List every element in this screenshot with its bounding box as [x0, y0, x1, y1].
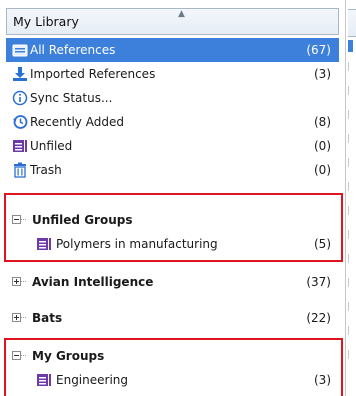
- collapse-toggle-icon[interactable]: [12, 351, 21, 360]
- unfiled-groups-header[interactable]: Unfiled Groups: [6, 208, 339, 232]
- group-count: (3): [314, 373, 331, 387]
- row-edge: [348, 206, 354, 215]
- group-count: (37): [306, 275, 331, 289]
- import-icon: [12, 66, 28, 82]
- recently-added-row[interactable]: Recently Added (8): [6, 110, 339, 134]
- row-edge: [348, 182, 354, 191]
- tree-line: [21, 355, 26, 357]
- selected-row-edge: [348, 40, 353, 52]
- group-count: (22): [306, 311, 331, 325]
- row-count: (0): [314, 163, 331, 177]
- history-clock-icon: [12, 114, 28, 130]
- row-label: All References: [30, 43, 116, 57]
- expand-toggle-icon[interactable]: [12, 277, 21, 286]
- row-edge: [348, 230, 354, 239]
- row-count: (67): [306, 43, 331, 57]
- row-edge: [348, 278, 354, 287]
- row-edge: [348, 302, 354, 311]
- row-count: (0): [314, 139, 331, 153]
- group-count: (5): [314, 237, 331, 251]
- group-engineering[interactable]: Engineering (3): [6, 368, 339, 392]
- sync-status-row[interactable]: Sync Status...: [6, 86, 339, 110]
- column-header-edge: [348, 9, 356, 37]
- row-edge: [348, 350, 354, 359]
- library-title: My Library: [13, 14, 79, 29]
- all-references-row[interactable]: All References (67): [6, 38, 339, 62]
- row-edge: [348, 254, 354, 263]
- reference-list-pane-edge: [346, 0, 356, 396]
- group-header-label: Avian Intelligence: [32, 275, 154, 289]
- tree-line: [21, 219, 26, 221]
- sort-arrow-icon[interactable]: ▲: [178, 10, 185, 19]
- row-edge: [348, 134, 354, 143]
- my-groups-header[interactable]: My Groups: [6, 344, 339, 368]
- group-polymers-in-manufacturing[interactable]: Polymers in manufacturing (5): [6, 232, 339, 256]
- row-label: Recently Added: [30, 115, 124, 129]
- group-header-label: My Groups: [32, 349, 105, 363]
- trash-icon: [12, 162, 28, 178]
- group-icon: [36, 236, 52, 252]
- tree-line: [21, 281, 26, 283]
- row-count: (8): [314, 115, 331, 129]
- bats-group[interactable]: Bats (22): [6, 306, 339, 330]
- avian-intelligence-group[interactable]: Avian Intelligence (37): [6, 270, 339, 294]
- row-edge: [348, 158, 354, 167]
- endnote-window: My Library ▲ All References (67) Importe…: [0, 0, 356, 396]
- group-label: Polymers in manufacturing: [56, 237, 218, 251]
- row-label: Imported References: [30, 67, 156, 81]
- row-label: Trash: [30, 163, 62, 177]
- groups-panel: My Library ▲ All References (67) Importe…: [0, 0, 346, 396]
- group-icon: [36, 372, 52, 388]
- group-header-label: Bats: [32, 311, 63, 325]
- unfiled-row[interactable]: Unfiled (0): [6, 134, 339, 158]
- all-references-icon: [12, 42, 28, 58]
- row-edge: [348, 86, 354, 95]
- imported-references-row[interactable]: Imported References (3): [6, 62, 339, 86]
- collapse-toggle-icon[interactable]: [12, 215, 21, 224]
- row-edge: [348, 110, 354, 119]
- library-header[interactable]: My Library ▲: [6, 8, 339, 35]
- row-edge: [348, 62, 354, 71]
- row-label: Sync Status...: [30, 91, 113, 105]
- trash-row[interactable]: Trash (0): [6, 158, 339, 182]
- tree-line: [21, 317, 26, 319]
- row-count: (3): [314, 67, 331, 81]
- row-edge: [348, 326, 354, 335]
- info-icon: [12, 90, 28, 106]
- group-header-label: Unfiled Groups: [32, 213, 133, 227]
- unfiled-icon: [12, 138, 28, 154]
- row-label: Unfiled: [30, 139, 73, 153]
- expand-toggle-icon[interactable]: [12, 313, 21, 322]
- group-label: Engineering: [56, 373, 128, 387]
